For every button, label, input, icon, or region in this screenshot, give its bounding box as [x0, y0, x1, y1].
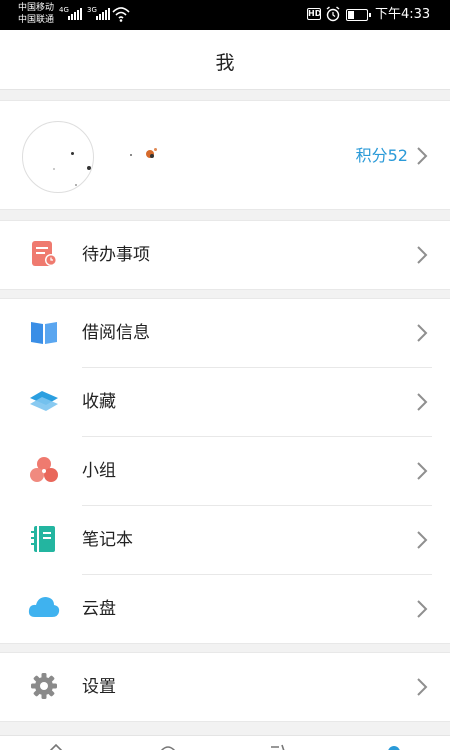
- status-bar: 中国移动 中国联通 4G 3G HD 下午4:33: [0, 0, 450, 30]
- menu-item-label: 笔记本: [82, 530, 133, 550]
- profile-card[interactable]: 积分52: [0, 100, 450, 210]
- tab-me-icon[interactable]: [386, 744, 402, 750]
- todo-section: 待办事项: [0, 220, 450, 290]
- chevron-right-icon: [417, 600, 428, 618]
- chevron-right-icon: [417, 531, 428, 549]
- chevron-right-icon: [417, 147, 428, 165]
- tab-message-icon[interactable]: [160, 744, 176, 750]
- menu-item-notebook[interactable]: 笔记本: [0, 506, 450, 574]
- page-header: 我: [0, 30, 450, 90]
- user-nickname-icon: [128, 148, 168, 162]
- tab-discover-icon[interactable]: [270, 744, 286, 750]
- chevron-right-icon: [417, 462, 428, 480]
- cloud-icon: [28, 597, 60, 617]
- menu-item-label: 云盘: [82, 599, 116, 619]
- chevron-right-icon: [417, 324, 428, 342]
- wifi-icon: [112, 7, 130, 22]
- signal-icon: [68, 8, 82, 20]
- stack-icon: [30, 391, 58, 411]
- alarm-icon: [326, 6, 340, 22]
- menu-item-groups[interactable]: 小组: [0, 437, 450, 505]
- points-label[interactable]: 积分52: [356, 145, 408, 167]
- group-icon: [30, 457, 58, 482]
- clock: 下午4:33: [375, 7, 431, 22]
- signal-icon: [96, 8, 110, 20]
- menu-item-favorites[interactable]: 收藏: [0, 368, 450, 436]
- settings-section: 设置: [0, 652, 450, 722]
- library-section: 借阅信息 收藏 小组 笔记本 云盘: [0, 298, 450, 644]
- battery-icon: [346, 9, 371, 21]
- menu-item-label: 借阅信息: [82, 323, 150, 343]
- tab-home-icon[interactable]: [48, 744, 64, 750]
- menu-item-label: 收藏: [82, 392, 116, 412]
- menu-item-borrow[interactable]: 借阅信息: [0, 299, 450, 367]
- menu-item-cloud[interactable]: 云盘: [0, 575, 450, 643]
- bottom-tab-bar: [0, 735, 450, 750]
- chevron-right-icon: [417, 393, 428, 411]
- book-icon: [31, 322, 57, 344]
- avatar[interactable]: [22, 121, 94, 193]
- todo-list-icon: [32, 241, 57, 266]
- menu-item-settings[interactable]: 设置: [0, 653, 450, 721]
- notebook-icon: [31, 526, 55, 552]
- chevron-right-icon: [417, 246, 428, 264]
- carrier-1: 中国移动: [18, 3, 55, 13]
- carrier-info: 中国移动 中国联通: [18, 2, 54, 26]
- page-title: 我: [215, 52, 235, 74]
- menu-item-todo[interactable]: 待办事项: [0, 221, 450, 289]
- carrier-2: 中国联通: [18, 15, 55, 25]
- menu-item-label: 待办事项: [82, 245, 150, 265]
- chevron-right-icon: [417, 678, 428, 696]
- hd-badge: HD: [307, 8, 322, 20]
- menu-item-label: 设置: [82, 677, 116, 697]
- menu-item-label: 小组: [82, 461, 116, 481]
- gear-icon: [31, 673, 57, 699]
